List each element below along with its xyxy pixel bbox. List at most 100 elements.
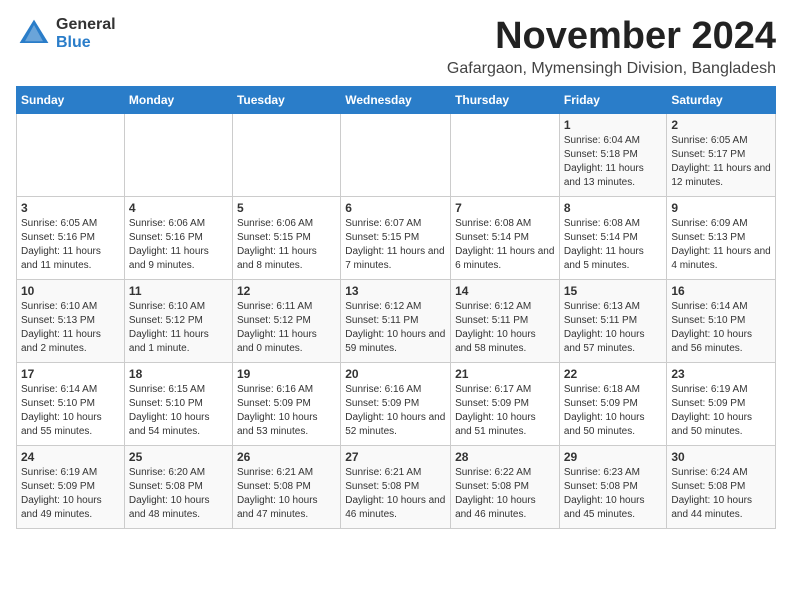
calendar-cell: 27Sunrise: 6:21 AMSunset: 5:08 PMDayligh… [341,445,451,528]
logo-general-text: General [56,16,116,34]
cell-info: Sunset: 5:15 PM [345,231,446,245]
calendar-cell: 30Sunrise: 6:24 AMSunset: 5:08 PMDayligh… [667,445,776,528]
cell-info: Sunrise: 6:21 AM [237,466,336,480]
calendar-cell: 8Sunrise: 6:08 AMSunset: 5:14 PMDaylight… [559,196,667,279]
calendar-table: SundayMondayTuesdayWednesdayThursdayFrid… [16,86,776,529]
cell-info: Sunset: 5:08 PM [455,480,555,494]
month-title: November 2024 [447,16,776,58]
day-number: 19 [237,367,336,381]
cell-info: Daylight: 11 hours and 5 minutes. [564,245,663,273]
cell-info: Sunset: 5:13 PM [21,314,120,328]
cell-info: Sunrise: 6:10 AM [21,300,120,314]
cell-info: Sunrise: 6:16 AM [237,383,336,397]
cell-info: Daylight: 11 hours and 8 minutes. [237,245,336,273]
calendar-cell: 1 Sunrise: 6:04 AMSunset: 5:18 PMDaylight… [559,113,667,196]
day-number: 16 [671,284,771,298]
day-number: 1 [564,118,663,132]
cell-info: Sunrise: 6:18 AM [564,383,663,397]
cell-info: Sunrise: 6:07 AM [345,217,446,231]
cell-info: Sunrise: 6:08 AM [455,217,555,231]
cell-info: Sunset: 5:10 PM [21,397,120,411]
cell-info: Sunrise: 6:06 AM [129,217,228,231]
cell-info: Daylight: 10 hours and 59 minutes. [345,328,446,356]
day-number: 23 [671,367,771,381]
cell-info: Sunset: 5:17 PM [671,148,771,162]
cell-info: Sunset: 5:09 PM [237,397,336,411]
cell-info: Sunrise: 6:04 AM [564,134,663,148]
day-number: 22 [564,367,663,381]
cell-info: Daylight: 10 hours and 56 minutes. [671,328,771,356]
week-row-1: 1 Sunrise: 6:04 AMSunset: 5:18 PMDaylight… [17,113,776,196]
cell-info: Sunset: 5:13 PM [671,231,771,245]
calendar-cell [341,113,451,196]
weekday-header-wednesday: Wednesday [341,86,451,113]
cell-info: Sunset: 5:12 PM [237,314,336,328]
cell-info: Sunrise: 6:09 AM [671,217,771,231]
cell-info: Daylight: 10 hours and 53 minutes. [237,411,336,439]
cell-info: Sunset: 5:09 PM [21,480,120,494]
day-number: 20 [345,367,446,381]
cell-info: Sunrise: 6:20 AM [129,466,228,480]
cell-info: Daylight: 11 hours and 11 minutes. [21,245,120,273]
cell-info: Sunrise: 6:13 AM [564,300,663,314]
calendar-cell [124,113,232,196]
cell-info: Sunrise: 6:23 AM [564,466,663,480]
day-number: 26 [237,450,336,464]
cell-info: Sunrise: 6:05 AM [671,134,771,148]
weekday-header-monday: Monday [124,86,232,113]
calendar-cell: 18Sunrise: 6:15 AMSunset: 5:10 PMDayligh… [124,362,232,445]
calendar-cell: 14Sunrise: 6:12 AMSunset: 5:11 PMDayligh… [451,279,560,362]
cell-info: Daylight: 10 hours and 49 minutes. [21,494,120,522]
day-number: 3 [21,201,120,215]
calendar-cell: 3Sunrise: 6:05 AMSunset: 5:16 PMDaylight… [17,196,125,279]
cell-info: Sunset: 5:11 PM [345,314,446,328]
day-number: 10 [21,284,120,298]
cell-info: Sunrise: 6:12 AM [455,300,555,314]
title-block: November 2024 Gafargaon, Mymensingh Divi… [447,16,776,78]
day-number: 12 [237,284,336,298]
location-title: Gafargaon, Mymensingh Division, Banglade… [447,60,776,78]
calendar-cell: 10 Sunrise: 6:10 AMSunset: 5:13 PMDayligh… [17,279,125,362]
weekday-header-thursday: Thursday [451,86,560,113]
cell-info: Sunrise: 6:12 AM [345,300,446,314]
cell-info: Sunrise: 6:10 AM [129,300,228,314]
cell-info: Sunrise: 6:16 AM [345,383,446,397]
weekday-header-sunday: Sunday [17,86,125,113]
cell-info: Daylight: 11 hours and 13 minutes. [564,162,663,190]
day-number: 14 [455,284,555,298]
cell-info: Daylight: 10 hours and 50 minutes. [564,411,663,439]
cell-info: Daylight: 10 hours and 46 minutes. [345,494,446,522]
day-number: 27 [345,450,446,464]
calendar-cell: 23Sunrise: 6:19 AMSunset: 5:09 PMDayligh… [667,362,776,445]
cell-info: Sunrise: 6:21 AM [345,466,446,480]
cell-info: Sunset: 5:11 PM [564,314,663,328]
calendar-cell: 11Sunrise: 6:10 AMSunset: 5:12 PMDayligh… [124,279,232,362]
cell-info: Sunset: 5:14 PM [455,231,555,245]
calendar-cell: 17Sunrise: 6:14 AMSunset: 5:10 PMDayligh… [17,362,125,445]
cell-info: Sunrise: 6:08 AM [564,217,663,231]
cell-info: Daylight: 10 hours and 50 minutes. [671,411,771,439]
cell-info: Sunrise: 6:19 AM [671,383,771,397]
day-number: 15 [564,284,663,298]
logo-text: General Blue [56,16,116,51]
weekday-header-row: SundayMondayTuesdayWednesdayThursdayFrid… [17,86,776,113]
cell-info: Daylight: 11 hours and 2 minutes. [21,328,120,356]
day-number: 8 [564,201,663,215]
day-number: 7 [455,201,555,215]
cell-info: Sunset: 5:10 PM [129,397,228,411]
cell-info: Daylight: 10 hours and 51 minutes. [455,411,555,439]
calendar-cell: 16Sunrise: 6:14 AMSunset: 5:10 PMDayligh… [667,279,776,362]
weekday-header-tuesday: Tuesday [232,86,340,113]
calendar-cell: 29Sunrise: 6:23 AMSunset: 5:08 PMDayligh… [559,445,667,528]
week-row-2: 3Sunrise: 6:05 AMSunset: 5:16 PMDaylight… [17,196,776,279]
calendar-cell: 9Sunrise: 6:09 AMSunset: 5:13 PMDaylight… [667,196,776,279]
cell-info: Sunrise: 6:24 AM [671,466,771,480]
calendar-cell: 2Sunrise: 6:05 AMSunset: 5:17 PMDaylight… [667,113,776,196]
day-number: 4 [129,201,228,215]
week-row-4: 17Sunrise: 6:14 AMSunset: 5:10 PMDayligh… [17,362,776,445]
cell-info: Daylight: 10 hours and 47 minutes. [237,494,336,522]
cell-info: Daylight: 10 hours and 46 minutes. [455,494,555,522]
cell-info: Sunset: 5:18 PM [564,148,663,162]
day-number: 6 [345,201,446,215]
cell-info: Sunset: 5:12 PM [129,314,228,328]
